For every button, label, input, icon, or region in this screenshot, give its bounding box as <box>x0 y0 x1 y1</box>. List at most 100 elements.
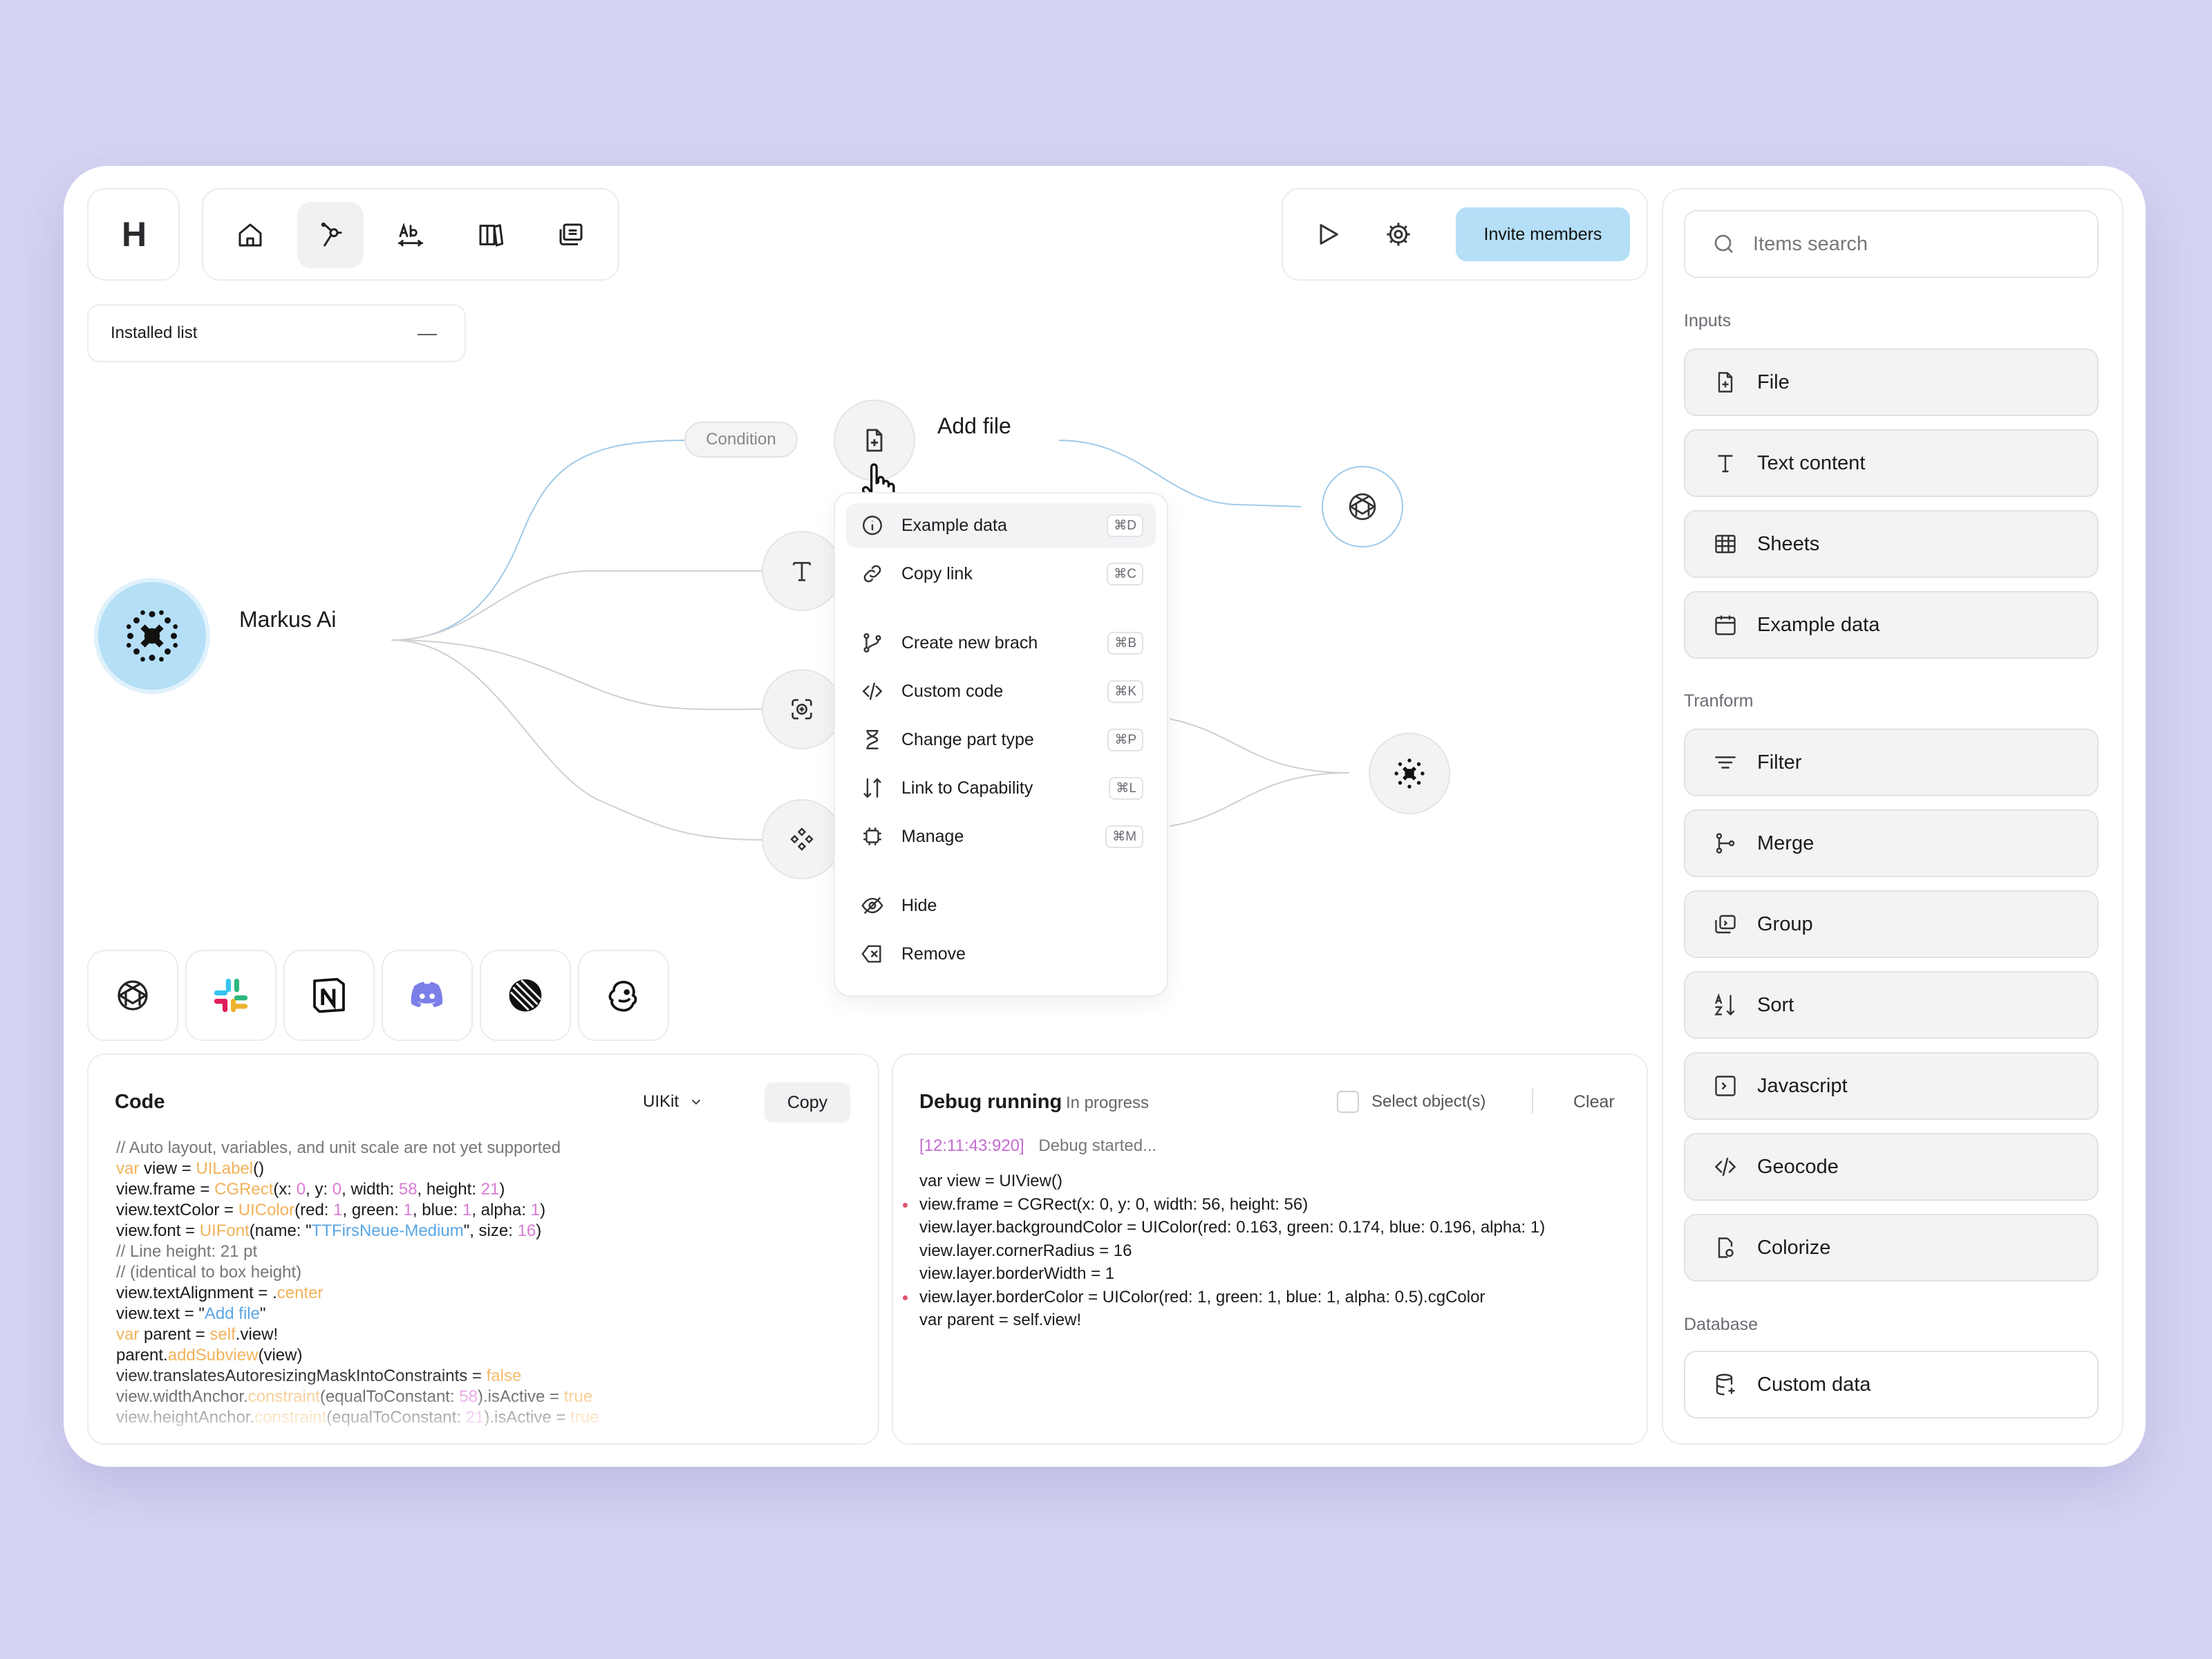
item-merge[interactable]: Merge <box>1684 809 2099 877</box>
context-menu: Example data ⌘D Copy link ⌘C Create new … <box>834 492 1168 997</box>
text-node[interactable] <box>762 531 842 611</box>
code-line: view.frame = CGRect(x: 0, y: 0, width: 5… <box>116 1180 505 1199</box>
debug-line: view.layer.cornerRadius = 16 <box>919 1241 1132 1260</box>
item-label: Group <box>1757 912 1813 935</box>
search-placeholder: Items search <box>1753 232 1868 255</box>
item-example-data[interactable]: Example data <box>1684 591 2099 659</box>
openai-node[interactable] <box>1322 466 1403 547</box>
menu-item-label: Create new brach <box>901 632 1038 653</box>
database-icon <box>1712 1371 1739 1398</box>
text-t-icon <box>793 562 811 581</box>
branch-icon <box>1712 830 1739 857</box>
shortcut-badge: ⌘B <box>1107 631 1143 655</box>
code-line: var view = UILabel() <box>116 1159 265 1178</box>
menu-item-custom-code[interactable]: Custom code ⌘K <box>846 669 1156 713</box>
code-line: // (identical to box height) <box>116 1263 302 1282</box>
item-filter[interactable]: Filter <box>1684 729 2099 796</box>
chevron-down-icon <box>691 1099 701 1105</box>
menu-item-hide[interactable]: Hide <box>846 883 1156 928</box>
debug-line-text: view.layer.borderColor = UIColor(red: 1,… <box>919 1287 1485 1306</box>
items-search-input[interactable]: Items search <box>1684 210 2099 278</box>
text-t-icon <box>1712 449 1739 477</box>
section-title-transform: Tranform <box>1684 691 1754 711</box>
component-node[interactable] <box>762 799 842 879</box>
code-fade <box>88 1367 878 1443</box>
debug-start-row: [12:11:43:920] Debug started... <box>919 1136 1156 1156</box>
menu-item-label: Remove <box>901 944 966 964</box>
mailchimp-icon <box>608 980 637 1012</box>
markus-node[interactable] <box>1369 733 1450 814</box>
item-text-content[interactable]: Text content <box>1684 429 2099 497</box>
code-line: var parent = self.view! <box>116 1325 279 1344</box>
code-line: view.textColor = UIColor(red: 1, green: … <box>116 1201 546 1219</box>
condition-badge: Condition <box>684 422 798 458</box>
menu-item-remove[interactable]: Remove <box>846 932 1156 976</box>
clear-button[interactable]: Clear <box>1573 1092 1615 1112</box>
file-add-icon <box>1712 368 1739 396</box>
colorize-icon <box>1712 1234 1739 1262</box>
condition-label: Condition <box>706 430 776 449</box>
item-label: Filter <box>1757 751 1802 774</box>
item-geocode[interactable]: Geocode <box>1684 1133 2099 1201</box>
menu-item-label: Example data <box>901 515 1007 535</box>
menu-item-change-part-type[interactable]: Change part type ⌘P <box>846 718 1156 762</box>
checkbox-box[interactable] <box>1337 1091 1359 1113</box>
menu-item-create-branch[interactable]: Create new brach ⌘B <box>846 621 1156 665</box>
chip-icon <box>860 824 885 849</box>
debug-started: Debug started... <box>1038 1136 1157 1155</box>
item-label: Javascript <box>1757 1074 1848 1097</box>
menu-item-example-data[interactable]: Example data ⌘D <box>846 503 1156 547</box>
debug-panel-title: Debug running <box>919 1091 1062 1113</box>
code-icon <box>860 679 885 704</box>
menu-item-label: Change part type <box>901 729 1034 749</box>
item-label: File <box>1757 371 1790 393</box>
divider <box>1532 1088 1533 1114</box>
framework-value: UIKit <box>643 1092 679 1111</box>
debug-line: view.frame = CGRect(x: 0, y: 0, width: 5… <box>903 1193 1545 1217</box>
debug-line: view.layer.backgroundColor = UIColor(red… <box>919 1218 1546 1237</box>
root-node[interactable] <box>94 578 210 694</box>
integration-mailchimp[interactable] <box>578 950 669 1041</box>
menu-item-copy-link[interactable]: Copy link ⌘C <box>846 552 1156 596</box>
item-javascript[interactable]: Javascript <box>1684 1052 2099 1120</box>
app-window: H Invite members Installed list — Markus… <box>64 166 2146 1467</box>
item-label: Sort <box>1757 993 1794 1016</box>
root-node-label: Markus Ai <box>239 607 337 632</box>
item-custom-data[interactable]: Custom data <box>1684 1351 2099 1418</box>
menu-item-manage[interactable]: Manage ⌘M <box>846 814 1156 859</box>
debug-line: var view = UIView() <box>919 1172 1062 1190</box>
openai-icon <box>1349 493 1376 521</box>
item-label: Sheets <box>1757 532 1820 555</box>
copy-button[interactable]: Copy <box>765 1082 850 1123</box>
calendar-icon <box>1712 611 1739 639</box>
code-line: view.textAlignment = .center <box>116 1284 324 1302</box>
menu-item-link-capability[interactable]: Link to Capability ⌘L <box>846 766 1156 810</box>
section-title-inputs: Inputs <box>1684 311 1732 330</box>
file-add-icon <box>866 429 883 452</box>
scan-add-icon <box>791 699 812 720</box>
integration-notion[interactable] <box>283 950 375 1041</box>
select-objects-checkbox[interactable]: Select object(s) <box>1337 1091 1485 1113</box>
linear-icon <box>509 979 542 1012</box>
hourglass-icon <box>860 727 885 752</box>
integration-linear[interactable] <box>480 950 571 1041</box>
slack-icon <box>214 978 248 1013</box>
integration-slack[interactable] <box>185 950 276 1041</box>
code-line: parent.addSubview(view) <box>116 1346 303 1365</box>
menu-item-label: Copy link <box>901 563 973 583</box>
error-marker <box>903 1202 908 1208</box>
item-sort[interactable]: Sort <box>1684 971 2099 1039</box>
code-line: // Auto layout, variables, and unit scal… <box>116 1138 561 1157</box>
debug-timestamp: [12:11:43:920] <box>919 1136 1024 1155</box>
item-colorize[interactable]: Colorize <box>1684 1214 2099 1282</box>
openai-icon <box>118 980 148 1011</box>
menu-item-label: Hide <box>901 895 937 915</box>
framework-select[interactable]: UIKit <box>643 1088 704 1116</box>
integration-discord[interactable] <box>382 950 473 1041</box>
item-sheets[interactable]: Sheets <box>1684 510 2099 578</box>
search-icon <box>1714 234 1733 253</box>
integration-openai[interactable] <box>87 950 178 1041</box>
capture-node[interactable] <box>762 669 842 749</box>
item-group[interactable]: Group <box>1684 890 2099 958</box>
item-file[interactable]: File <box>1684 348 2099 416</box>
